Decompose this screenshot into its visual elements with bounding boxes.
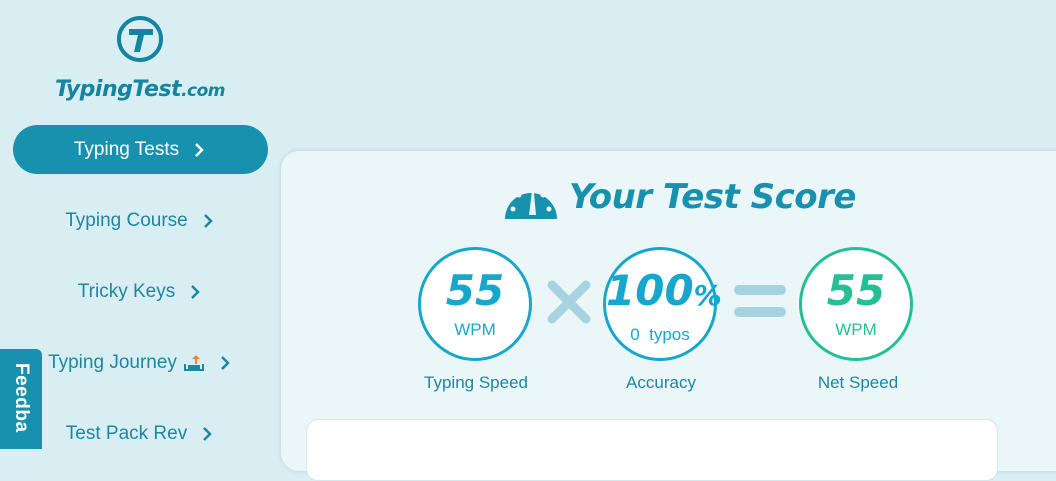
typing-speed-circle: 55 WPM: [418, 247, 532, 361]
sidebar-item-test-pack[interactable]: Test Pack Rev: [13, 409, 268, 458]
equals-icon: [734, 285, 786, 317]
typing-speed-unit: WPM: [454, 320, 496, 339]
sidebar-item-label: Typing Course: [65, 209, 188, 231]
sidebar-item-label: Typing Tests: [73, 138, 180, 160]
sidebar-item-typing-course[interactable]: Typing Course: [13, 196, 268, 245]
sidebar-item-typing-tests[interactable]: Typing Tests: [13, 125, 268, 174]
chevron-right-icon: [203, 426, 212, 441]
logo-text: TypingTest.com: [40, 77, 240, 102]
score-card: Your Test Score 55 WPM Typing Speed 100%…: [281, 151, 1056, 481]
accuracy-typos: 0 typos: [630, 325, 690, 344]
speedometer-icon: [505, 183, 557, 219]
sidebar-item-label: Typing Journey: [48, 351, 177, 373]
typing-speed-caption: Typing Speed: [424, 373, 528, 392]
brand-tld: .com: [181, 81, 226, 101]
chevron-right-icon: [195, 142, 204, 157]
sidebar-nav: Typing Tests Typing Course Tricky Keys T…: [13, 125, 268, 480]
logo-t-icon: [117, 16, 163, 62]
multiply-icon: [547, 280, 591, 324]
net-speed-unit: WPM: [835, 320, 877, 339]
sidebar-item-tricky-keys[interactable]: Tricky Keys: [13, 267, 268, 316]
upload-icon: [183, 354, 204, 371]
accuracy-circle: 100% 0 typos: [603, 247, 722, 361]
net-speed-caption: Net Speed: [817, 373, 899, 392]
feedback-label: Feedba: [11, 363, 32, 433]
score-header: Your Test Score: [503, 175, 856, 219]
typing-speed-value: 55: [445, 266, 505, 315]
results-detail-panel: [306, 419, 998, 481]
chevron-right-icon: [221, 355, 230, 370]
accuracy-value: 100: [606, 266, 694, 315]
sidebar-item-typing-journey[interactable]: Typing Journey: [13, 338, 268, 387]
chevron-right-icon: [191, 284, 201, 299]
accuracy-value-wrap: 100%: [606, 266, 722, 319]
score-title: Your Test Score: [569, 177, 856, 217]
sidebar-item-label: Tricky Keys: [77, 280, 176, 302]
brand-name: TypingTest: [54, 77, 182, 102]
sidebar-item-label: Test Pack Rev: [65, 422, 188, 444]
net-speed-value: 55: [826, 266, 886, 315]
site-logo[interactable]: TypingTest.com: [40, 14, 240, 104]
accuracy-caption: Accuracy: [626, 373, 696, 392]
chevron-right-icon: [203, 213, 213, 228]
net-speed-circle: 55 WPM: [799, 247, 913, 361]
feedback-tab[interactable]: Feedba: [0, 349, 42, 449]
accuracy-percent: %: [693, 279, 722, 312]
